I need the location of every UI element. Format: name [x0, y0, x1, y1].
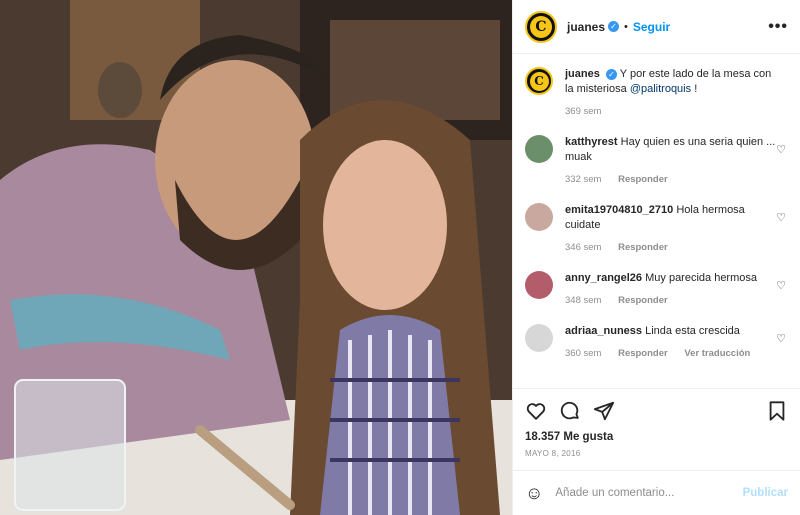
- follow-button[interactable]: Seguir: [633, 20, 670, 34]
- photo-scene: [0, 0, 512, 515]
- emoji-icon[interactable]: ☺: [525, 483, 543, 504]
- caption-suffix: !: [694, 83, 698, 95]
- caption-logo: C: [529, 71, 549, 91]
- reply-button[interactable]: Responder: [618, 348, 668, 359]
- author-logo: C: [530, 15, 552, 38]
- save-icon[interactable]: [766, 400, 788, 422]
- reply-button[interactable]: Responder: [618, 242, 668, 253]
- comment-meta: 346 sem Responder: [565, 240, 780, 255]
- post-date: MAYO 8, 2016: [525, 449, 581, 458]
- comment-age: 332 sem: [565, 174, 602, 185]
- comment-avatar[interactable]: [525, 324, 553, 352]
- share-icon[interactable]: [593, 400, 615, 422]
- comment-username[interactable]: adriaa_nuness: [565, 325, 642, 337]
- comment-username[interactable]: katthyrest: [565, 136, 618, 148]
- caption-meta: 369 sem: [565, 104, 780, 119]
- comment-input[interactable]: [555, 487, 743, 499]
- reply-button[interactable]: Responder: [618, 174, 668, 185]
- comment-text: emita19704810_2710 Hola hermosa cuidate …: [565, 203, 780, 255]
- add-comment-bar: ☺ Publicar: [513, 470, 800, 515]
- comment-meta: 332 sem Responder: [565, 172, 780, 187]
- separator-dot: •: [624, 20, 628, 33]
- comment-row: katthyrest Hay quien es una seria quien …: [525, 135, 788, 187]
- like-comment-icon[interactable]: ♡: [776, 279, 786, 292]
- comment-avatar[interactable]: [525, 271, 553, 299]
- comment-age: 348 sem: [565, 295, 602, 306]
- caption-age: 369 sem: [565, 106, 602, 117]
- post-photo[interactable]: [0, 0, 512, 515]
- likes-count[interactable]: 18.357 Me gusta: [525, 431, 788, 443]
- verified-icon: ✓: [605, 68, 617, 80]
- like-comment-icon[interactable]: ♡: [776, 211, 786, 224]
- comment-meta: 348 sem Responder: [565, 293, 780, 308]
- post-header: C juanes ✓ • Seguir •••: [513, 0, 800, 54]
- publish-button[interactable]: Publicar: [743, 487, 788, 499]
- comment-row: anny_rangel26 Muy parecida hermosa 348 s…: [525, 271, 788, 308]
- post-sidebar: C juanes ✓ • Seguir ••• C juanes ✓ Y por…: [512, 0, 800, 515]
- caption-username[interactable]: juanes: [565, 68, 600, 80]
- comment-username[interactable]: emita19704810_2710: [565, 204, 673, 216]
- author-username[interactable]: juanes: [567, 20, 605, 34]
- caption: C juanes ✓ Y por este lado de la mesa co…: [525, 67, 788, 119]
- comment-text: anny_rangel26 Muy parecida hermosa 348 s…: [565, 271, 780, 308]
- comment-text: katthyrest Hay quien es una seria quien …: [565, 135, 780, 187]
- more-options-icon[interactable]: •••: [768, 18, 788, 36]
- comment-row: emita19704810_2710 Hola hermosa cuidate …: [525, 203, 788, 255]
- comments-list[interactable]: C juanes ✓ Y por este lado de la mesa co…: [513, 55, 800, 386]
- instagram-post: C juanes ✓ • Seguir ••• C juanes ✓ Y por…: [0, 0, 800, 515]
- like-icon[interactable]: [525, 400, 547, 422]
- author-avatar[interactable]: C: [525, 10, 557, 43]
- comment-age: 360 sem: [565, 348, 602, 359]
- reply-button[interactable]: Responder: [618, 295, 668, 306]
- comment-body: Muy parecida hermosa: [645, 272, 757, 284]
- verified-icon: ✓: [608, 21, 620, 32]
- comment-body: Linda esta crescida: [645, 325, 740, 337]
- comment-avatar[interactable]: [525, 203, 553, 231]
- like-comment-icon[interactable]: ♡: [776, 143, 786, 156]
- caption-text: juanes ✓ Y por este lado de la mesa con …: [565, 67, 780, 119]
- comment-username[interactable]: anny_rangel26: [565, 272, 642, 284]
- comment-icon[interactable]: [559, 400, 581, 422]
- comment-avatar[interactable]: [525, 135, 553, 163]
- like-comment-icon[interactable]: ♡: [776, 332, 786, 345]
- translate-button[interactable]: Ver traducción: [684, 348, 750, 359]
- action-icons: [525, 399, 788, 423]
- caption-avatar[interactable]: C: [525, 67, 553, 95]
- comment-age: 346 sem: [565, 242, 602, 253]
- comment-row: adriaa_nuness Linda esta crescida 360 se…: [525, 324, 788, 361]
- caption-mention[interactable]: @palitroquis: [630, 83, 691, 95]
- post-actions: 18.357 Me gusta MAYO 8, 2016: [513, 388, 800, 458]
- comment-meta: 360 sem Responder Ver traducción: [565, 346, 780, 361]
- comment-text: adriaa_nuness Linda esta crescida 360 se…: [565, 324, 780, 361]
